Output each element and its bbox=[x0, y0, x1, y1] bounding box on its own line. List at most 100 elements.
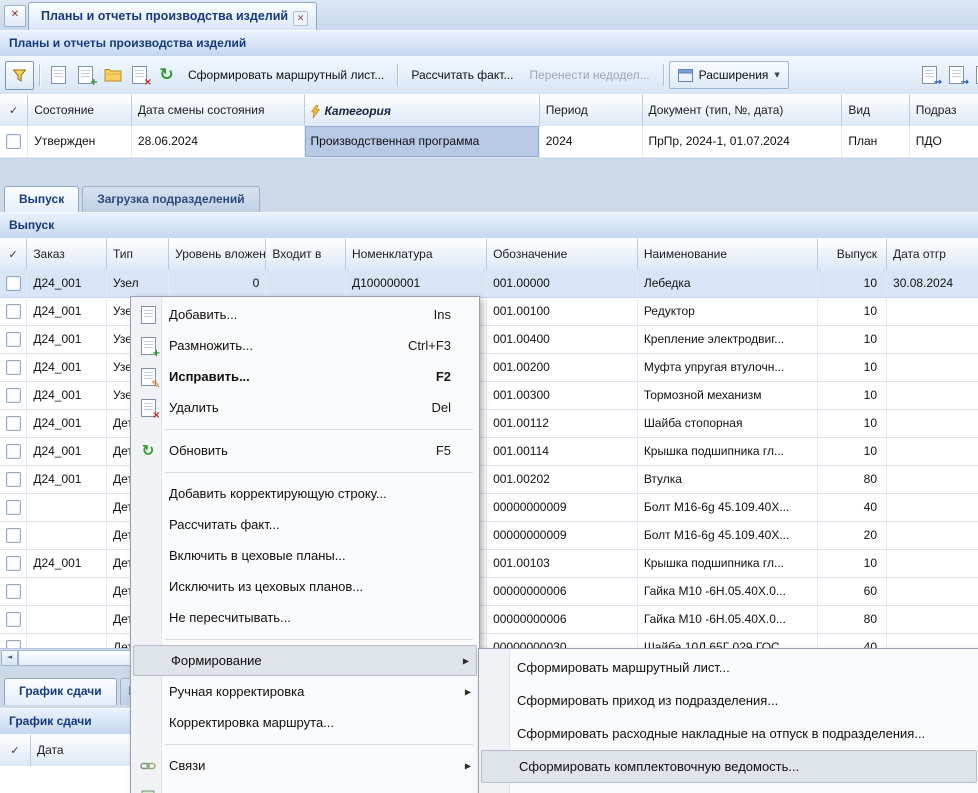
submenu-item-incoming-from-division[interactable]: Сформировать приход из подразделения... bbox=[479, 684, 978, 717]
menu-item-manual-correction[interactable]: Ручная корректировка ▶ bbox=[131, 676, 479, 707]
extensions-button[interactable]: Расширения ▼ bbox=[669, 61, 789, 89]
duplicate-doc-icon: + bbox=[138, 337, 158, 355]
column-header-division[interactable]: Подраз bbox=[910, 94, 978, 128]
cell-designation: 00000000009 bbox=[487, 494, 638, 522]
row-checkbox[interactable] bbox=[0, 326, 27, 354]
more-tools-button[interactable] bbox=[970, 62, 978, 89]
submenu-item-route-list[interactable]: Сформировать маршрутный лист... bbox=[479, 651, 978, 684]
column-header-state-date[interactable]: Дата смены состояния bbox=[132, 94, 305, 128]
menu-item-include-shop-plans[interactable]: Включить в цеховые планы... bbox=[131, 540, 479, 571]
row-checkbox[interactable] bbox=[0, 466, 27, 494]
column-header-order[interactable]: Заказ bbox=[27, 238, 107, 272]
menu-item-delete[interactable]: × Удалить Del bbox=[131, 392, 479, 423]
submenu-item-issue-waybills[interactable]: Сформировать расходные накладные на отпу… bbox=[479, 717, 978, 750]
schedule-section-title: График сдачи bbox=[9, 714, 92, 728]
cell-qty: 80 bbox=[818, 606, 888, 634]
duplicate-document-button[interactable]: + bbox=[72, 62, 99, 89]
column-header-ship-date[interactable]: Дата отгр bbox=[887, 238, 978, 272]
toolbar-separator bbox=[397, 64, 398, 86]
toolbar-separator bbox=[39, 64, 40, 86]
add-document-button[interactable] bbox=[45, 62, 72, 89]
plans-table-row[interactable]: Утвержден 28.06.2024 Производственная пр… bbox=[0, 126, 978, 158]
row-checkbox[interactable] bbox=[0, 522, 27, 550]
menu-item-formation[interactable]: Формирование ▶ bbox=[133, 645, 477, 676]
tab-delivery-schedule[interactable]: График сдачи bbox=[4, 678, 117, 705]
send-doc-icon: → bbox=[949, 66, 964, 84]
refresh-icon: ↻ bbox=[138, 443, 158, 458]
row-checkbox[interactable] bbox=[0, 606, 27, 634]
menu-item-duplicate[interactable]: + Размножить... Ctrl+F3 bbox=[131, 330, 479, 361]
cell-name: Болт М16-6g 45.109.40Х... bbox=[638, 522, 818, 550]
cell-state: Утвержден bbox=[28, 126, 132, 158]
menu-separator bbox=[165, 633, 479, 645]
column-header-qty[interactable]: Выпуск bbox=[818, 238, 888, 272]
row-checkbox[interactable] bbox=[0, 578, 27, 606]
cell-designation: 001.00000 bbox=[487, 270, 638, 298]
calc-fact-button[interactable]: Рассчитать факт... bbox=[403, 62, 521, 88]
cell-designation: 00000000006 bbox=[487, 606, 638, 634]
column-header-name[interactable]: Наименование bbox=[638, 238, 818, 272]
scroll-left-icon: ◄ bbox=[7, 653, 12, 661]
column-header-designation[interactable]: Обозначение bbox=[487, 238, 638, 272]
cell-order: Д24_001 bbox=[27, 270, 107, 298]
row-checkbox[interactable] bbox=[0, 298, 27, 326]
menu-item-route-correction[interactable]: Корректировка маршрута... bbox=[131, 707, 479, 738]
delete-document-button[interactable]: × bbox=[126, 62, 153, 89]
tab-load-divisions[interactable]: Загрузка подразделений bbox=[82, 186, 259, 213]
menu-item-label: Корректировка маршрута... bbox=[169, 715, 334, 730]
send-document-button[interactable]: → bbox=[943, 62, 970, 89]
row-checkbox[interactable] bbox=[0, 270, 27, 298]
document-tab[interactable]: Планы и отчеты производства изделий ✕ bbox=[28, 2, 317, 31]
filter-button[interactable] bbox=[5, 61, 34, 90]
edit-doc-icon: ✎ bbox=[138, 368, 158, 386]
column-header-parent[interactable]: Входит в bbox=[266, 238, 346, 272]
column-header-document[interactable]: Документ (тип, №, дата) bbox=[643, 94, 843, 128]
cell-order: Д24_001 bbox=[27, 550, 107, 578]
close-tab-group-button[interactable]: ✕ bbox=[4, 5, 26, 27]
column-header-level[interactable]: Уровень вложен bbox=[169, 238, 266, 272]
submenu-item-picking-list[interactable]: Сформировать комплектовочную ведомость..… bbox=[481, 750, 977, 783]
row-checkbox[interactable] bbox=[0, 550, 27, 578]
select-all-header[interactable]: ✓ bbox=[0, 94, 28, 128]
row-checkbox[interactable] bbox=[0, 354, 27, 382]
export-document-button[interactable]: → bbox=[916, 62, 943, 89]
column-header-type[interactable]: Тип bbox=[107, 238, 169, 272]
column-header-state[interactable]: Состояние bbox=[28, 94, 132, 128]
route-list-button[interactable]: Сформировать маршрутный лист... bbox=[180, 62, 392, 88]
cell-order bbox=[27, 578, 107, 606]
menu-separator bbox=[165, 738, 479, 750]
checkbox bbox=[6, 472, 21, 487]
select-all-header[interactable]: ✓ bbox=[0, 734, 31, 768]
menu-item-calc-fact[interactable]: Рассчитать факт... bbox=[131, 509, 479, 540]
scroll-left-button[interactable]: ◄ bbox=[1, 650, 18, 666]
row-checkbox[interactable] bbox=[0, 126, 28, 158]
menu-item-edit[interactable]: ✎ Исправить... F2 bbox=[131, 361, 479, 392]
menu-item-refresh[interactable]: ↻ Обновить F5 bbox=[131, 435, 479, 466]
column-header-period[interactable]: Период bbox=[540, 94, 643, 128]
row-checkbox[interactable] bbox=[0, 382, 27, 410]
column-header-category[interactable]: Категория bbox=[305, 94, 540, 128]
menu-item-add-correction-row[interactable]: Добавить корректирующую строку... bbox=[131, 478, 479, 509]
open-button[interactable] bbox=[99, 62, 126, 89]
menu-item-no-recalc[interactable]: Не пересчитывать... bbox=[131, 602, 479, 633]
column-header-kind[interactable]: Вид bbox=[842, 94, 909, 128]
tab-output[interactable]: Выпуск bbox=[4, 186, 79, 213]
table-row[interactable]: Д24_001 Узел 0 Д100000001 001.00000 Лебе… bbox=[0, 270, 978, 298]
column-header-nomenclature[interactable]: Номенклатура bbox=[346, 238, 487, 272]
output-table-header: ✓ Заказ Тип Уровень вложен Входит в Номе… bbox=[0, 238, 978, 272]
row-checkbox[interactable] bbox=[0, 410, 27, 438]
tab-close-icon[interactable]: ✕ bbox=[293, 11, 308, 26]
cell-division: ПДО bbox=[910, 126, 978, 158]
menu-item-exclude-shop-plans[interactable]: Исключить из цеховых планов... bbox=[131, 571, 479, 602]
row-checkbox[interactable] bbox=[0, 494, 27, 522]
cell-category: Производственная программа bbox=[305, 126, 540, 158]
funnel-icon bbox=[12, 68, 27, 83]
row-checkbox[interactable] bbox=[0, 438, 27, 466]
refresh-button[interactable]: ↻ bbox=[153, 62, 180, 89]
select-all-header[interactable]: ✓ bbox=[0, 238, 27, 272]
menu-item-links[interactable]: Связи ▶ bbox=[131, 750, 479, 781]
menu-item-add[interactable]: Добавить... Ins bbox=[131, 299, 479, 330]
menu-item-clipped[interactable] bbox=[131, 781, 479, 793]
document-tab-bar: ✕ Планы и отчеты производства изделий ✕ bbox=[0, 0, 978, 31]
submenu-arrow-icon: ▶ bbox=[463, 656, 469, 665]
